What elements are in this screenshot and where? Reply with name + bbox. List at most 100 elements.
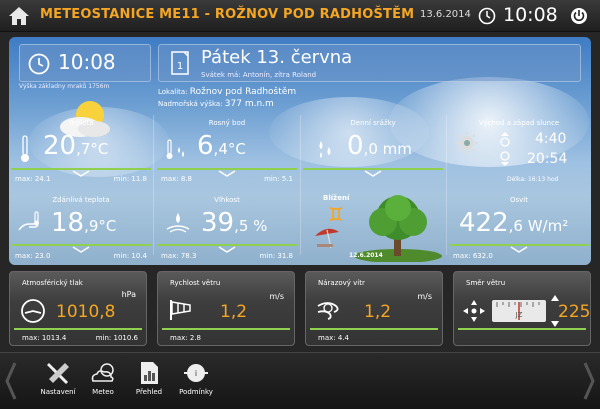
feels-like-label: Zdánlivá teplota — [52, 196, 110, 204]
wind-speed-label: Rychlost větru — [170, 279, 221, 287]
app: METEOSTANICE ME11 - ROŽNOV POD RADHOŠTĚM… — [0, 0, 600, 409]
chevron-down-icon — [72, 246, 90, 253]
humidity-drop-icon — [166, 213, 190, 233]
chevron-down-icon — [510, 246, 528, 253]
header-date: 13.6.2014 — [420, 9, 471, 20]
wind-speed-max: max: 2.8 — [170, 334, 201, 342]
pressure-unit: hPa — [121, 290, 136, 299]
wind-direction-scale: JZ — [492, 300, 546, 322]
humidity-max: max: 78.3 — [161, 252, 197, 260]
time-box: 10:08 — [19, 44, 151, 82]
nav-meteo[interactable]: Meteo — [81, 361, 125, 396]
sun-label: Východ a západ slunce — [478, 119, 560, 127]
nav-conditions-label: Podmínky — [179, 388, 213, 396]
hand-thermometer-icon — [18, 211, 39, 231]
humidity-tile[interactable]: Vlhkost 39,5 % max: 78.3 min: 31.8 — [155, 194, 299, 264]
temperature-value: 20,7°C — [43, 131, 109, 161]
location: Lokalita: Rožnov pod Radhoštěm — [158, 87, 297, 97]
power-icon[interactable] — [570, 7, 588, 25]
sunrise-time: 4:40 — [535, 131, 567, 147]
nav-overview[interactable]: Přehled — [127, 361, 171, 396]
temperature-tile[interactable]: Teplota 20,7°C max: 24.1 min: 11.8 — [9, 117, 153, 187]
top-bar: METEOSTANICE ME11 - ROŽNOV POD RADHOŠTĚM… — [0, 0, 600, 32]
dewpoint-value: 6,4°C — [197, 131, 246, 161]
bottom-nav: Nastavení Meteo Přehled i Podmínky — [0, 352, 600, 409]
svg-text:JZ: JZ — [515, 311, 523, 319]
wind-direction-card[interactable]: Směr větru JZ 225 — [453, 271, 591, 346]
light-value: 422,6 W/m² — [459, 208, 569, 238]
nameday: Svátek má: Antonín, zítra Roland — [201, 71, 317, 79]
chevron-down-icon — [218, 246, 236, 253]
temperature-max: max: 24.1 — [15, 175, 51, 183]
current-time: 10:08 — [58, 50, 116, 74]
date-box: 1 Pátek 13. června Svátek má: Antonín, z… — [158, 44, 581, 82]
header-time: 10:08 — [503, 4, 558, 26]
sun-tile[interactable]: Východ a západ slunce 4:40 20:54 Délka: … — [447, 117, 591, 187]
altitude: Nadmořská výška: 377 m.n.m — [158, 99, 274, 109]
beach-umbrella-icon — [315, 228, 339, 249]
rain-tile[interactable]: Denní srážky 0,0 mm — [301, 117, 445, 187]
sunset-time: 20:54 — [527, 151, 568, 167]
tools-icon — [47, 363, 69, 385]
wind-speed-value: 1,2 — [220, 302, 248, 322]
calendar-icon: 1 — [171, 51, 189, 75]
temperature-min: min: 11.8 — [113, 175, 147, 183]
pressure-min: min: 1010.6 — [95, 334, 138, 342]
season-label: Blížení — [323, 194, 350, 202]
raindrops-icon — [319, 141, 331, 158]
nav-conditions[interactable]: i Podmínky — [174, 361, 218, 396]
cloud-base-height: Výška základny mraků 1756m — [19, 83, 110, 90]
gemini-sign-icon — [329, 207, 343, 221]
wind-gust-value: 1,2 — [364, 302, 392, 322]
wind-speed-card[interactable]: Rychlost větru m/s 1,2 max: 2.8 — [157, 271, 295, 346]
feels-like-value: 18,9°C — [51, 208, 117, 238]
windsock-icon — [170, 300, 191, 320]
conditions-icon: i — [184, 364, 208, 382]
wind-gust-unit: m/s — [417, 292, 432, 301]
wind-gust-card[interactable]: Nárazový vítr m/s 1,2 max: 4.4 — [305, 271, 443, 346]
gust-icon — [317, 302, 339, 320]
season-tile[interactable]: Blížení 12.6.2014 — [301, 192, 445, 264]
cloud-icon — [91, 363, 114, 382]
nav-settings[interactable]: Nastavení — [36, 361, 80, 396]
dewpoint-tile[interactable]: Rosný bod 6,4°C max: 8.8 min: 5.1 — [155, 117, 299, 187]
chevron-down-icon — [364, 170, 382, 177]
next-arrow-icon[interactable] — [582, 361, 596, 401]
feels-like-min: min: 10.4 — [113, 252, 147, 260]
prev-arrow-icon[interactable] — [4, 361, 18, 401]
humidity-label: Vlhkost — [214, 196, 240, 204]
feels-like-tile[interactable]: Zdánlivá teplota 18,9°C max: 23.0 min: 1… — [9, 194, 153, 264]
chart-doc-icon — [141, 362, 158, 384]
gauge-icon — [21, 299, 45, 323]
rain-label: Denní srážky — [350, 119, 396, 127]
temperature-label: Teplota — [68, 119, 94, 127]
pressure-card[interactable]: Atmosférický tlak hPa 1010,8 max: 1013.4… — [9, 271, 147, 346]
dewpoint-max: max: 8.8 — [161, 175, 192, 183]
home-icon[interactable] — [8, 6, 30, 26]
light-tile[interactable]: Osvit 422,6 W/m² max: 632.0 — [447, 194, 591, 264]
light-label: Osvit — [510, 196, 528, 204]
nav-overview-label: Přehled — [135, 388, 163, 396]
dewpoint-label: Rosný bod — [208, 119, 246, 127]
dewpoint-icon — [166, 139, 184, 159]
dewpoint-min: min: 5.1 — [264, 175, 293, 183]
chevron-down-icon — [218, 170, 236, 177]
nav-settings-label: Nastavení — [40, 388, 76, 396]
sun-gear-icon — [456, 132, 478, 154]
pressure-max: max: 1013.4 — [22, 334, 67, 342]
altitude-value: 377 m.n.m — [224, 99, 274, 109]
weather-panel: 10:08 Výška základny mraků 1756m 1 Pátek… — [9, 37, 591, 265]
rain-value: 0,0 mm — [347, 131, 412, 161]
wind-direction-label: Směr větru — [466, 279, 506, 287]
chevron-down-icon — [72, 170, 90, 177]
sunset-icon — [500, 151, 510, 166]
pressure-label: Atmosférický tlak — [22, 279, 83, 287]
location-value: Rožnov pod Radhoštěm — [189, 87, 297, 97]
compass-arrows-icon — [463, 300, 485, 322]
svg-text:1: 1 — [177, 61, 183, 72]
nav-meteo-label: Meteo — [92, 388, 114, 396]
clock-icon — [478, 7, 496, 25]
current-date: Pátek 13. června — [201, 47, 353, 68]
svg-text:i: i — [195, 369, 197, 378]
light-max: max: 632.0 — [453, 252, 493, 260]
